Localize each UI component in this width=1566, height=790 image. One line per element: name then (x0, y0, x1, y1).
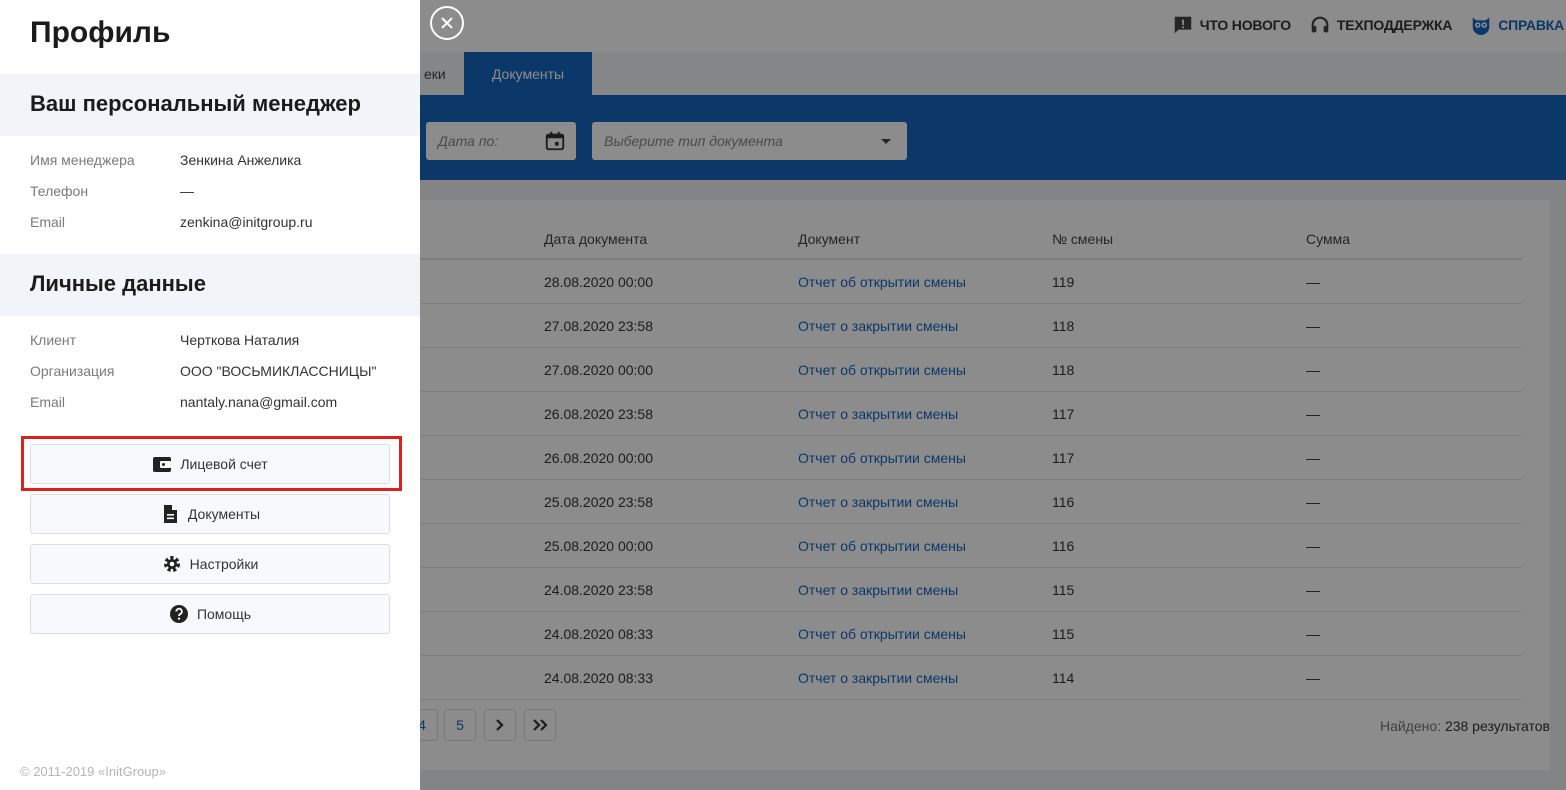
manager-email-value: zenkina@initgroup.ru (180, 214, 313, 230)
documents-button[interactable]: Документы (30, 494, 390, 534)
help-button[interactable]: Помощь (30, 594, 390, 634)
client-label: Клиент (30, 332, 77, 348)
highlight-frame (21, 436, 402, 491)
personal-section-title: Личные данные (30, 271, 206, 296)
personal-email-value: nantaly.nana@gmail.com (180, 394, 338, 410)
manager-section-title: Ваш персональный менеджер (30, 91, 361, 116)
settings-button[interactable]: Настройки (30, 544, 390, 584)
copyright: © 2011-2019 «InitGroup» (20, 764, 166, 779)
client-value: Черткова Наталия (180, 332, 300, 348)
document-icon (163, 505, 177, 523)
manager-phone-label: Телефон (30, 183, 89, 199)
drawer-title: Профиль (30, 16, 171, 49)
manager-name-label: Имя менеджера (30, 152, 135, 168)
documents-button-label: Документы (187, 506, 261, 522)
manager-email-label: Email (30, 214, 66, 230)
personal-email-label: Email (30, 394, 66, 410)
manager-name-value: Зенкина Анжелика (180, 152, 302, 168)
personal-section-header: Личные данные (0, 254, 420, 316)
close-drawer-button[interactable] (430, 6, 464, 40)
manager-section-header: Ваш персональный менеджер (0, 74, 420, 136)
manager-phone-value: — (180, 183, 194, 199)
organization-value: ООО "ВОСЬМИКЛАССНИЦЫ" (180, 363, 377, 379)
help-button-label: Помощь (196, 606, 252, 622)
organization-label: Организация (30, 363, 115, 379)
gear-icon (163, 556, 180, 572)
question-circle-icon (169, 605, 188, 623)
settings-button-label: Настройки (189, 556, 259, 572)
profile-drawer: Профиль Ваш персональный менеджер Имя ме… (0, 0, 420, 790)
